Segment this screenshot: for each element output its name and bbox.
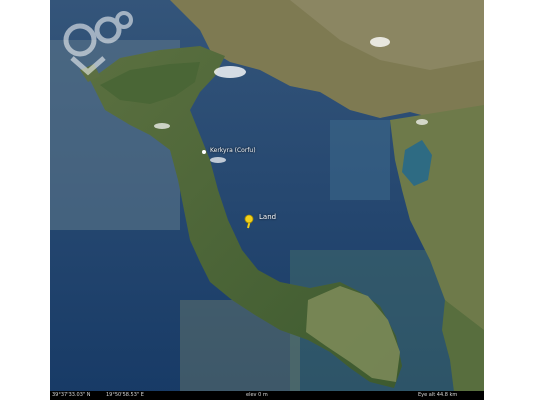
pin-label: Land	[259, 213, 277, 221]
cloud	[370, 37, 390, 47]
cloud	[154, 123, 170, 129]
status-bar: 39°37'33.03" N 19°50'58.53" E elev 0 m E…	[50, 391, 484, 400]
cloud	[210, 157, 226, 163]
latitude-readout: 39°37'33.03" N	[52, 392, 91, 398]
city-marker-icon[interactable]	[202, 150, 206, 154]
city-label-kerkyra: Kerkyra (Corfu)	[210, 147, 256, 154]
elevation-readout: elev 0 m	[246, 392, 268, 398]
satellite-map-viewport[interactable]: Kerkyra (Corfu) Land	[50, 0, 484, 400]
eye-altitude-readout: Eye alt 44.8 km	[418, 392, 458, 398]
imagery-tile	[330, 120, 390, 200]
cloud	[416, 119, 428, 125]
cloud	[214, 66, 246, 78]
longitude-readout: 19°50'58.53" E	[106, 392, 144, 398]
watermark-logo	[63, 11, 133, 76]
